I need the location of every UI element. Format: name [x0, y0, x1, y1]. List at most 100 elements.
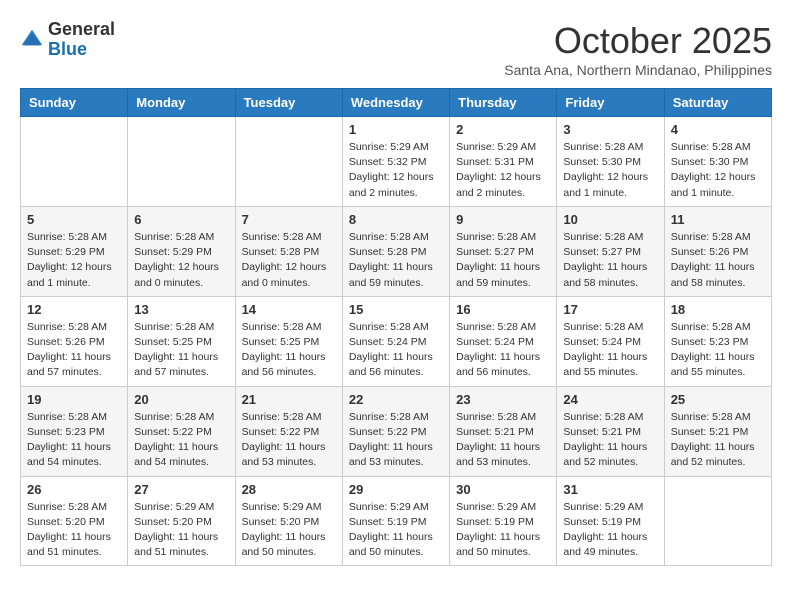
calendar-cell: 21Sunrise: 5:28 AM Sunset: 5:22 PM Dayli…: [235, 386, 342, 476]
calendar-cell: 5 Sunrise: 5:28 AM Sunset: 5:29 PM Daylig…: [21, 206, 128, 296]
logo-icon: [20, 28, 44, 52]
day-info: Sunrise: 5:28 AM Sunset: 5:25 PM Dayligh…: [134, 320, 228, 381]
calendar-cell: 11 Sunrise: 5:28 AM Sunset: 5:26 PM Dayli…: [664, 206, 771, 296]
calendar-cell: [235, 117, 342, 207]
day-number: 11: [671, 212, 765, 227]
calendar-header-row: SundayMondayTuesdayWednesdayThursdayFrid…: [21, 89, 772, 117]
weekday-header: Tuesday: [235, 89, 342, 117]
day-number: 15: [349, 302, 443, 317]
day-number: 19: [27, 392, 121, 407]
day-number: 27: [134, 482, 228, 497]
day-number: 9: [456, 212, 550, 227]
logo: General Blue: [20, 20, 115, 60]
calendar-cell: 30 Sunrise: 5:29 AM Sunset: 5:19 PM Dayli…: [450, 476, 557, 566]
day-info: Sunrise: 5:28 AM Sunset: 5:24 PM Dayligh…: [563, 320, 657, 381]
day-number: 23: [456, 392, 550, 407]
calendar-cell: 29Sunrise: 5:29 AM Sunset: 5:19 PM Dayli…: [342, 476, 449, 566]
day-number: 22: [349, 392, 443, 407]
day-info: Sunrise: 5:28 AM Sunset: 5:26 PM Dayligh…: [671, 230, 765, 291]
day-info: Sunrise: 5:28 AM Sunset: 5:30 PM Dayligh…: [671, 140, 765, 201]
calendar-cell: 28 Sunrise: 5:29 AM Sunset: 5:20 PM Dayli…: [235, 476, 342, 566]
calendar-cell: 12 Sunrise: 5:28 AM Sunset: 5:26 PM Dayli…: [21, 296, 128, 386]
day-info: Sunrise: 5:29 AM Sunset: 5:19 PM Dayligh…: [349, 500, 443, 561]
day-info: Sunrise: 5:28 AM Sunset: 5:26 PM Dayligh…: [27, 320, 121, 381]
weekday-header: Monday: [128, 89, 235, 117]
calendar-cell: 24Sunrise: 5:28 AM Sunset: 5:21 PM Dayli…: [557, 386, 664, 476]
day-info: Sunrise: 5:28 AM Sunset: 5:30 PM Dayligh…: [563, 140, 657, 201]
calendar-cell: 15 Sunrise: 5:28 AM Sunset: 5:24 PM Dayli…: [342, 296, 449, 386]
day-number: 17: [563, 302, 657, 317]
day-number: 16: [456, 302, 550, 317]
day-number: 25: [671, 392, 765, 407]
weekday-header: Sunday: [21, 89, 128, 117]
day-number: 20: [134, 392, 228, 407]
day-info: Sunrise: 5:28 AM Sunset: 5:22 PM Dayligh…: [242, 410, 336, 471]
day-info: Sunrise: 5:28 AM Sunset: 5:20 PM Dayligh…: [27, 500, 121, 561]
calendar-cell: 16Sunrise: 5:28 AM Sunset: 5:24 PM Dayli…: [450, 296, 557, 386]
weekday-header: Wednesday: [342, 89, 449, 117]
day-number: 30: [456, 482, 550, 497]
weekday-header: Friday: [557, 89, 664, 117]
calendar-cell: 25 Sunrise: 5:28 AM Sunset: 5:21 PM Dayli…: [664, 386, 771, 476]
calendar-week-row: 1 Sunrise: 5:29 AM Sunset: 5:32 PM Daylig…: [21, 117, 772, 207]
day-info: Sunrise: 5:28 AM Sunset: 5:25 PM Dayligh…: [242, 320, 336, 381]
day-number: 5: [27, 212, 121, 227]
calendar-cell: 9 Sunrise: 5:28 AM Sunset: 5:27 PM Daylig…: [450, 206, 557, 296]
day-number: 14: [242, 302, 336, 317]
day-number: 26: [27, 482, 121, 497]
calendar-cell: 17 Sunrise: 5:28 AM Sunset: 5:24 PM Dayli…: [557, 296, 664, 386]
calendar-cell: 31 Sunrise: 5:29 AM Sunset: 5:19 PM Dayli…: [557, 476, 664, 566]
calendar-week-row: 12 Sunrise: 5:28 AM Sunset: 5:26 PM Dayli…: [21, 296, 772, 386]
calendar-week-row: 19 Sunrise: 5:28 AM Sunset: 5:23 PM Dayli…: [21, 386, 772, 476]
calendar-cell: 6 Sunrise: 5:28 AM Sunset: 5:29 PM Daylig…: [128, 206, 235, 296]
day-number: 3: [563, 122, 657, 137]
day-info: Sunrise: 5:29 AM Sunset: 5:20 PM Dayligh…: [242, 500, 336, 561]
calendar-cell: 27 Sunrise: 5:29 AM Sunset: 5:20 PM Dayli…: [128, 476, 235, 566]
day-number: 12: [27, 302, 121, 317]
calendar-cell: 19 Sunrise: 5:28 AM Sunset: 5:23 PM Dayli…: [21, 386, 128, 476]
day-info: Sunrise: 5:29 AM Sunset: 5:20 PM Dayligh…: [134, 500, 228, 561]
calendar-cell: 3 Sunrise: 5:28 AM Sunset: 5:30 PM Daylig…: [557, 117, 664, 207]
calendar-cell: 8Sunrise: 5:28 AM Sunset: 5:28 PM Daylig…: [342, 206, 449, 296]
calendar-cell: 20 Sunrise: 5:28 AM Sunset: 5:22 PM Dayli…: [128, 386, 235, 476]
day-info: Sunrise: 5:28 AM Sunset: 5:21 PM Dayligh…: [563, 410, 657, 471]
calendar-cell: 18Sunrise: 5:28 AM Sunset: 5:23 PM Dayli…: [664, 296, 771, 386]
day-info: Sunrise: 5:28 AM Sunset: 5:21 PM Dayligh…: [671, 410, 765, 471]
day-info: Sunrise: 5:29 AM Sunset: 5:31 PM Dayligh…: [456, 140, 550, 201]
day-number: 8: [349, 212, 443, 227]
day-info: Sunrise: 5:29 AM Sunset: 5:19 PM Dayligh…: [563, 500, 657, 561]
calendar-cell: 10Sunrise: 5:28 AM Sunset: 5:27 PM Dayli…: [557, 206, 664, 296]
title-block: October 2025 Santa Ana, Northern Mindana…: [504, 20, 772, 78]
day-number: 2: [456, 122, 550, 137]
day-number: 1: [349, 122, 443, 137]
day-info: Sunrise: 5:28 AM Sunset: 5:29 PM Dayligh…: [27, 230, 121, 291]
day-number: 4: [671, 122, 765, 137]
day-info: Sunrise: 5:28 AM Sunset: 5:23 PM Dayligh…: [27, 410, 121, 471]
day-number: 31: [563, 482, 657, 497]
day-number: 10: [563, 212, 657, 227]
calendar-week-row: 26 Sunrise: 5:28 AM Sunset: 5:20 PM Dayli…: [21, 476, 772, 566]
day-info: Sunrise: 5:28 AM Sunset: 5:24 PM Dayligh…: [349, 320, 443, 381]
day-info: Sunrise: 5:28 AM Sunset: 5:21 PM Dayligh…: [456, 410, 550, 471]
day-number: 6: [134, 212, 228, 227]
calendar-cell: 13Sunrise: 5:28 AM Sunset: 5:25 PM Dayli…: [128, 296, 235, 386]
weekday-header: Thursday: [450, 89, 557, 117]
logo-general-text: General: [48, 19, 115, 39]
day-info: Sunrise: 5:28 AM Sunset: 5:28 PM Dayligh…: [242, 230, 336, 291]
day-number: 28: [242, 482, 336, 497]
day-info: Sunrise: 5:29 AM Sunset: 5:19 PM Dayligh…: [456, 500, 550, 561]
month-title: October 2025: [504, 20, 772, 62]
day-info: Sunrise: 5:29 AM Sunset: 5:32 PM Dayligh…: [349, 140, 443, 201]
calendar-cell: 7Sunrise: 5:28 AM Sunset: 5:28 PM Daylig…: [235, 206, 342, 296]
calendar-cell: 4 Sunrise: 5:28 AM Sunset: 5:30 PM Daylig…: [664, 117, 771, 207]
calendar-week-row: 5 Sunrise: 5:28 AM Sunset: 5:29 PM Daylig…: [21, 206, 772, 296]
day-number: 18: [671, 302, 765, 317]
calendar-cell: 14 Sunrise: 5:28 AM Sunset: 5:25 PM Dayli…: [235, 296, 342, 386]
day-info: Sunrise: 5:28 AM Sunset: 5:22 PM Dayligh…: [349, 410, 443, 471]
calendar-cell: [664, 476, 771, 566]
day-info: Sunrise: 5:28 AM Sunset: 5:29 PM Dayligh…: [134, 230, 228, 291]
day-info: Sunrise: 5:28 AM Sunset: 5:22 PM Dayligh…: [134, 410, 228, 471]
calendar-cell: [128, 117, 235, 207]
calendar-table: SundayMondayTuesdayWednesdayThursdayFrid…: [20, 88, 772, 566]
day-info: Sunrise: 5:28 AM Sunset: 5:27 PM Dayligh…: [456, 230, 550, 291]
